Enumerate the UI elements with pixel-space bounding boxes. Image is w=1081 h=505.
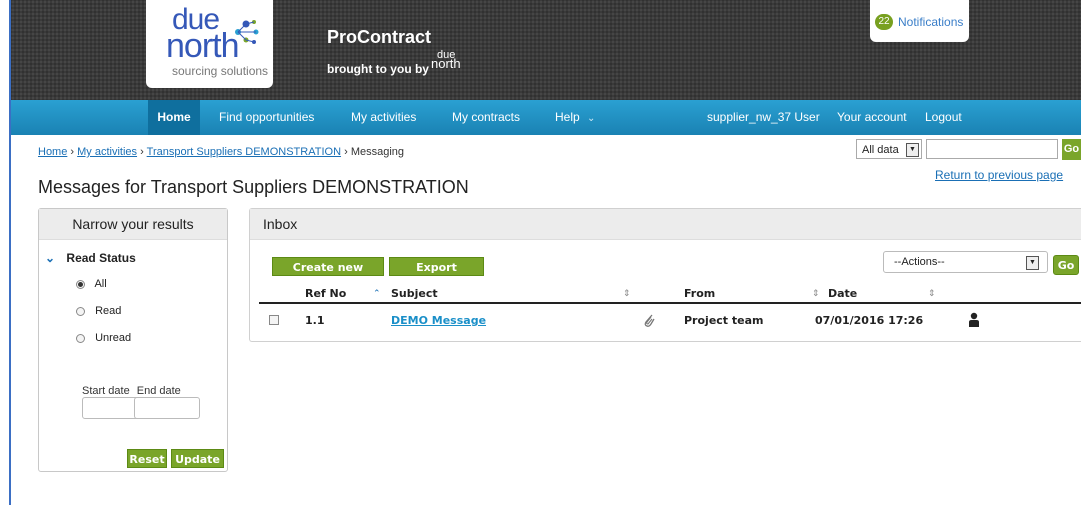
inbox-title: Inbox — [250, 209, 1081, 240]
radio-button-selected[interactable] — [76, 279, 85, 289]
app-title: ProContract — [327, 27, 432, 47]
row-from: Project team — [684, 314, 764, 327]
column-header-date[interactable]: Date — [828, 287, 857, 300]
column-header-subject[interactable]: Subject — [391, 287, 438, 300]
window-edge — [0, 0, 11, 505]
radio-unread-label: Unread — [95, 332, 132, 344]
radio-read-label: Read — [95, 305, 122, 317]
nav-my-contracts[interactable]: My contracts — [452, 100, 520, 135]
create-new-message-button[interactable]: Create new message — [272, 257, 384, 293]
sort-ascending-icon[interactable]: ⌃ — [373, 288, 381, 299]
end-date-label: End date — [136, 385, 181, 397]
search-input[interactable] — [926, 139, 1058, 159]
filter-panel: Narrow your results ⌄ Read Status All Re… — [38, 208, 228, 472]
nav-help[interactable]: Help ⌄ — [555, 100, 595, 135]
breadcrumb-separator: › — [140, 146, 144, 158]
return-to-previous-link[interactable]: Return to previous page — [935, 168, 1063, 182]
row-date: 07/01/2016 17:26 — [815, 314, 924, 327]
radio-button[interactable] — [76, 333, 85, 343]
mini-logo-north: north — [431, 56, 461, 71]
chevron-down-icon: ⌄ — [45, 251, 56, 265]
update-button[interactable]: Update — [171, 449, 224, 468]
nav-find-opportunities[interactable]: Find opportunities — [219, 100, 314, 135]
user-person-icon — [969, 312, 979, 327]
row-checkbox[interactable] — [269, 315, 279, 325]
start-date-label: Start date — [82, 385, 130, 397]
sort-icon[interactable]: ⇕ — [623, 288, 631, 299]
page-title: Messages for Transport Suppliers DEMONST… — [38, 177, 469, 197]
radio-button[interactable] — [76, 306, 85, 316]
radio-unread[interactable]: Unread — [76, 332, 131, 344]
breadcrumb-separator: › — [344, 146, 348, 158]
notifications-label: Notifications — [898, 15, 964, 29]
site-header: due north sourcing solutions ProContract… — [11, 0, 1081, 100]
main-nav: Home Find opportunities My activities My… — [11, 100, 1081, 135]
sort-icon[interactable]: ⇕ — [812, 288, 820, 299]
notifications-button[interactable]: 22 Notifications — [870, 0, 969, 42]
attachment-paperclip-icon[interactable] — [642, 312, 656, 328]
logo-network-icon — [235, 20, 259, 44]
actions-select[interactable]: --Actions-- ▼ — [883, 251, 1048, 273]
search-scope-value: All data — [862, 144, 899, 156]
table-header-divider — [259, 302, 1081, 304]
notifications-count-badge: 22 — [875, 14, 893, 30]
inbox-panel: Inbox Create new message Export Messages… — [249, 208, 1081, 342]
breadcrumb-current: Messaging — [350, 146, 405, 158]
filter-panel-title: Narrow your results — [39, 209, 227, 240]
reset-button[interactable]: Reset — [127, 449, 167, 468]
dropdown-arrow-icon: ▼ — [906, 143, 919, 157]
brought-to-you-by: brought to you by — [327, 62, 429, 76]
breadcrumb-project[interactable]: Transport Suppliers DEMONSTRATION — [147, 146, 341, 158]
row-ref-no: 1.1 — [305, 314, 325, 327]
breadcrumb-home[interactable]: Home — [38, 146, 67, 158]
search-go-button[interactable]: Go — [1062, 139, 1081, 160]
date-labels: Start date End date — [82, 385, 181, 397]
breadcrumb: Home › My activities › Transport Supplie… — [38, 146, 404, 158]
logo-text-north: north — [166, 27, 239, 65]
nav-user-name: supplier_nw_37 User — [707, 110, 820, 124]
breadcrumb-separator: › — [70, 146, 75, 158]
logo-tagline: sourcing solutions — [172, 64, 269, 78]
nav-help-label: Help — [555, 110, 580, 124]
column-header-ref-no[interactable]: Ref No — [305, 287, 346, 300]
actions-select-value: --Actions-- — [894, 256, 945, 268]
breadcrumb-my-activities[interactable]: My activities — [77, 146, 137, 158]
radio-read[interactable]: Read — [76, 305, 121, 317]
nav-logout[interactable]: Logout — [925, 100, 962, 135]
row-subject-link[interactable]: DEMO Message — [391, 314, 486, 327]
nav-your-account[interactable]: Your account — [837, 100, 907, 135]
nav-home[interactable]: Home — [148, 100, 200, 135]
radio-all-label: All — [94, 278, 107, 290]
mini-due-north-logo: due north — [431, 50, 481, 72]
read-status-label: Read Status — [66, 251, 136, 265]
radio-all[interactable]: All — [76, 278, 107, 290]
actions-go-button[interactable]: Go — [1053, 255, 1079, 275]
chevron-down-icon: ⌄ — [587, 113, 596, 124]
column-header-from[interactable]: From — [684, 287, 715, 300]
sort-icon[interactable]: ⇕ — [928, 288, 936, 299]
end-date-input[interactable] — [134, 397, 200, 419]
search-scope-select[interactable]: All data ▼ — [856, 139, 922, 159]
export-messages-button[interactable]: Export Messages — [389, 257, 484, 293]
nav-my-activities[interactable]: My activities — [351, 100, 416, 135]
due-north-logo[interactable]: due north sourcing solutions — [146, 0, 273, 88]
read-status-toggle[interactable]: ⌄ Read Status — [45, 251, 136, 265]
dropdown-arrow-icon: ▼ — [1026, 256, 1039, 270]
